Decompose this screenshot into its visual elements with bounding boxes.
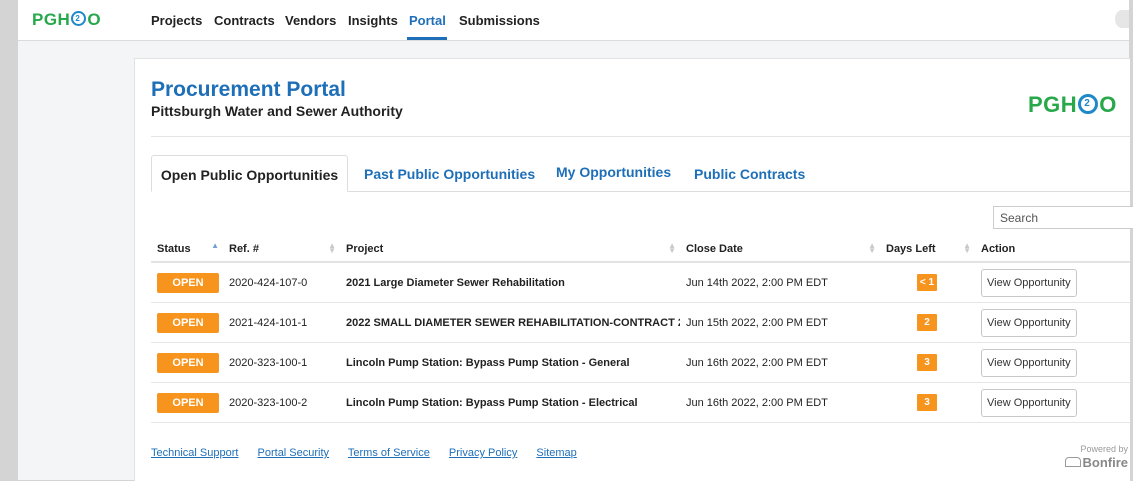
portal-card: Procurement Portal Pittsburgh Water and … — [134, 58, 1133, 481]
logo-text: PGH — [1028, 92, 1078, 117]
user-avatar-icon[interactable] — [1115, 10, 1129, 28]
action-cell: View Opportunity — [975, 382, 1130, 423]
table-row: OPEN 2020-424-107-0 2021 Large Diameter … — [151, 262, 1130, 303]
ref-cell: 2020-323-100-1 — [223, 342, 340, 383]
days-left-cell: < 1 — [880, 262, 975, 303]
table-header-row: Status ▲ Ref. # ▲ ▼ Project ▲ ▼ Close Date ▲ ▼ … — [151, 236, 1130, 263]
portal-security-link[interactable]: Portal Security — [258, 447, 330, 459]
action-cell: View Opportunity — [975, 302, 1130, 343]
status-cell: OPEN — [151, 342, 223, 383]
sort-icon: ▲ ▼ — [668, 241, 676, 255]
logo-subscript: 2 — [1084, 98, 1091, 109]
ref-cell: 2020-323-100-2 — [223, 382, 340, 423]
close-date-cell: Jun 14th 2022, 2:00 PM EDT — [680, 262, 880, 303]
technical-support-link[interactable]: Technical Support — [151, 447, 238, 459]
column-header-project[interactable]: Project ▲ ▼ — [340, 236, 680, 263]
table-row: OPEN 2020-323-100-1 Lincoln Pump Station… — [151, 342, 1130, 383]
water-drop-icon: 2 — [1078, 94, 1099, 114]
opportunities-table: Status ▲ Ref. # ▲ ▼ Project ▲ ▼ Close Date ▲ ▼ … — [151, 236, 1130, 423]
column-header-action: Action — [975, 236, 1130, 263]
project-cell: 2022 SMALL DIAMETER SEWER REHABILITATION… — [340, 302, 680, 343]
days-left-badge: < 1 — [917, 274, 937, 291]
column-header-ref[interactable]: Ref. # ▲ ▼ — [223, 236, 340, 263]
nav-submissions[interactable]: Submissions — [459, 13, 540, 28]
tab-past-public-opportunities[interactable]: Past Public Opportunities — [364, 155, 535, 191]
active-nav-indicator — [407, 37, 447, 40]
sort-icon: ▲ ▼ — [963, 241, 971, 255]
status-badge: OPEN — [157, 312, 219, 333]
footer-links: Technical Support Portal Security Terms … — [151, 447, 593, 459]
top-navigation: PGH 2 O Projects Contracts Vendors Insight… — [18, 0, 1129, 41]
powered-by-label: Powered by — [1080, 444, 1128, 454]
column-label: Status — [157, 242, 191, 255]
action-cell: View Opportunity — [975, 262, 1130, 303]
page-title: Procurement Portal — [151, 78, 346, 101]
column-label: Action — [981, 242, 1016, 255]
days-left-cell: 3 — [880, 342, 975, 383]
action-cell: View Opportunity — [975, 342, 1130, 383]
sort-ascending-icon: ▲ — [211, 241, 219, 250]
close-date-cell: Jun 16th 2022, 2:00 PM EDT — [680, 342, 880, 383]
days-left-badge: 2 — [917, 314, 937, 331]
header-divider — [151, 136, 1130, 137]
powered-by-bonfire[interactable]: Powered by Bonfire — [1064, 444, 1129, 472]
water-drop-icon: 2 — [71, 11, 87, 26]
sitemap-link[interactable]: Sitemap — [536, 447, 576, 459]
tab-open-public-opportunities[interactable]: Open Public Opportunities — [151, 155, 348, 192]
logo-text: O — [1099, 92, 1117, 117]
logo-text: O — [87, 10, 102, 29]
status-badge: OPEN — [157, 392, 219, 413]
nav-projects[interactable]: Projects — [151, 13, 202, 28]
table-row: OPEN 2021-424-101-1 2022 SMALL DIAMETER … — [151, 302, 1130, 343]
project-cell: Lincoln Pump Station: Bypass Pump Statio… — [340, 342, 680, 383]
privacy-policy-link[interactable]: Privacy Policy — [449, 447, 517, 459]
bonfire-logo-icon — [1064, 457, 1081, 467]
project-cell: Lincoln Pump Station: Bypass Pump Statio… — [340, 382, 680, 423]
column-header-days-left[interactable]: Days Left ▲ ▼ — [880, 236, 975, 263]
tab-public-contracts[interactable]: Public Contracts — [694, 155, 805, 191]
close-date-cell: Jun 16th 2022, 2:00 PM EDT — [680, 382, 880, 423]
column-label: Close Date — [686, 242, 743, 255]
terms-of-service-link[interactable]: Terms of Service — [348, 447, 430, 459]
status-cell: OPEN — [151, 382, 223, 423]
sort-icon: ▲ ▼ — [868, 241, 876, 255]
column-header-close-date[interactable]: Close Date ▲ ▼ — [680, 236, 880, 263]
column-label: Days Left — [886, 242, 936, 255]
nav-insights[interactable]: Insights — [348, 13, 398, 28]
view-opportunity-button[interactable]: View Opportunity — [981, 268, 1077, 297]
days-left-cell: 2 — [880, 302, 975, 343]
sort-icon: ▲ ▼ — [328, 241, 336, 255]
logo-subscript: 2 — [75, 14, 81, 23]
search-input[interactable] — [993, 206, 1133, 229]
status-badge: OPEN — [157, 352, 219, 373]
days-left-badge: 3 — [917, 354, 937, 371]
page-subtitle: Pittsburgh Water and Sewer Authority — [151, 103, 403, 119]
status-cell: OPEN — [151, 302, 223, 343]
card-logo: PGH 2 O — [1028, 92, 1117, 118]
pgh2o-logo[interactable]: PGH 2 O — [32, 10, 101, 30]
bonfire-brand: Bonfire — [1082, 455, 1129, 470]
column-label: Ref. # — [229, 242, 259, 255]
view-opportunity-button[interactable]: View Opportunity — [981, 308, 1077, 337]
ref-cell: 2020-424-107-0 — [223, 262, 340, 303]
ref-cell: 2021-424-101-1 — [223, 302, 340, 343]
column-label: Project — [346, 242, 384, 255]
logo-text: PGH — [32, 10, 71, 29]
app-frame: PGH 2 O Projects Contracts Vendors Insight… — [18, 0, 1133, 481]
days-left-badge: 3 — [917, 394, 937, 411]
status-badge: OPEN — [157, 272, 219, 293]
close-date-cell: Jun 15th 2022, 2:00 PM EDT — [680, 302, 880, 343]
days-left-cell: 3 — [880, 382, 975, 423]
nav-contracts[interactable]: Contracts — [214, 13, 275, 28]
view-opportunity-button[interactable]: View Opportunity — [981, 348, 1077, 377]
project-cell: 2021 Large Diameter Sewer Rehabilitation — [340, 262, 680, 303]
nav-portal[interactable]: Portal — [409, 13, 446, 28]
view-opportunity-button[interactable]: View Opportunity — [981, 388, 1077, 417]
table-row: OPEN 2020-323-100-2 Lincoln Pump Station… — [151, 382, 1130, 423]
column-header-status[interactable]: Status ▲ — [151, 236, 223, 263]
status-cell: OPEN — [151, 262, 223, 303]
tab-my-opportunities[interactable]: My Opportunities — [556, 153, 671, 189]
nav-vendors[interactable]: Vendors — [285, 13, 336, 28]
